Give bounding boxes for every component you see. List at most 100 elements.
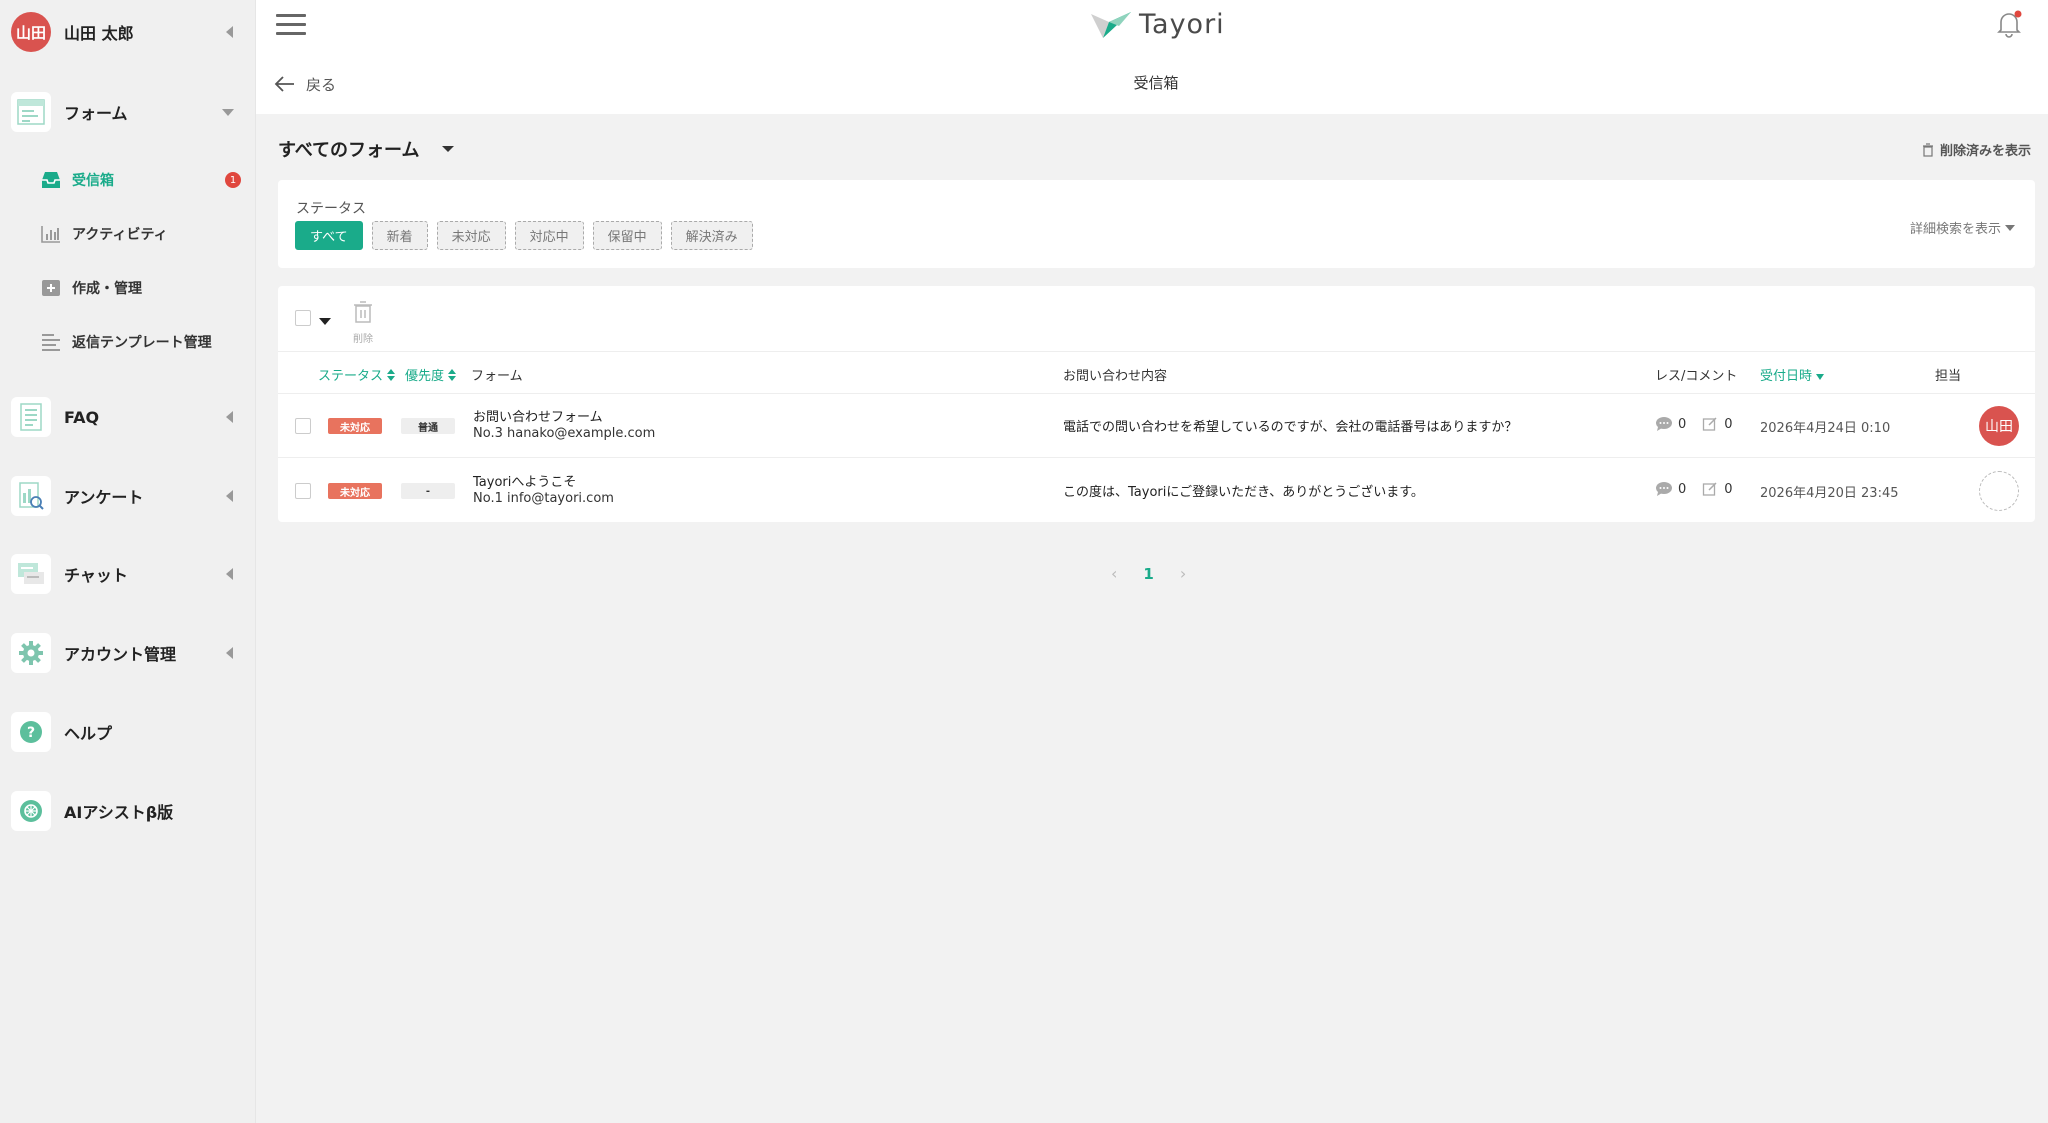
sidebar-item-chat[interactable]: チャット <box>0 544 256 604</box>
trash-icon <box>354 301 372 323</box>
svg-text:?: ? <box>27 725 35 741</box>
status-filter-all[interactable]: すべて <box>295 221 363 250</box>
edit-note-icon <box>1703 482 1717 496</box>
sidebar-item-help[interactable]: ? ヘルプ <box>0 702 256 762</box>
sidebar-item-label: アクティビティ <box>72 227 168 243</box>
sidebar-item-form[interactable]: フォーム <box>0 82 256 142</box>
status-filter-label: ステータス <box>296 201 366 217</box>
select-all-checkbox[interactable] <box>295 310 311 326</box>
prev-page-icon[interactable]: ‹ <box>1111 564 1117 583</box>
response-count: 0 <box>1678 416 1687 432</box>
user-avatar: 山田 <box>11 12 51 52</box>
form-number-email: No.3 hanako@example.com <box>473 426 656 441</box>
sidebar-item-faq[interactable]: FAQ <box>0 387 256 447</box>
chevron-left-icon <box>226 26 233 38</box>
row-checkbox[interactable] <box>295 483 311 499</box>
sidebar-item-create-manage[interactable]: 作成・管理 <box>40 274 245 302</box>
column-header-content: お問い合わせ内容 <box>1063 369 1168 384</box>
pagination: ‹ 1 › <box>1111 564 1186 583</box>
app-logo[interactable]: Tayori <box>1089 6 1225 42</box>
sidebar-item-label: 作成・管理 <box>72 281 142 297</box>
sidebar-item-inbox[interactable]: 受信箱 1 <box>40 166 245 194</box>
table-row[interactable]: 未対応 - Tayoriへようこそ No.1 info@tayori.com こ… <box>278 459 2035 523</box>
user-name: 山田 太郎 <box>64 24 134 43</box>
chat-icon <box>11 554 51 594</box>
chevron-left-icon <box>226 490 233 502</box>
column-header-date[interactable]: 受付日時 <box>1760 365 1825 384</box>
status-filter-on-hold[interactable]: 保留中 <box>592 221 662 250</box>
sidebar-item-label: チャット <box>64 566 128 585</box>
sidebar-item-label: アンケート <box>64 488 144 507</box>
form-selector-label: すべてのフォーム <box>278 140 420 161</box>
hamburger-menu-icon[interactable] <box>276 14 306 38</box>
unread-badge: 1 <box>225 172 241 188</box>
caret-down-icon <box>2005 224 2015 231</box>
sort-icon <box>387 368 396 381</box>
chevron-left-icon <box>226 411 233 423</box>
received-date: 2026年4月20日 23:45 <box>1760 486 1899 501</box>
sort-desc-icon <box>1816 373 1825 380</box>
list-icon <box>42 334 60 351</box>
response-comment-counts: 0 0 <box>1655 481 1733 497</box>
user-menu[interactable]: 山田 山田 太郎 <box>0 0 256 64</box>
add-document-icon <box>42 280 60 296</box>
row-checkbox[interactable] <box>295 418 311 434</box>
status-filter-card: ステータス すべて 新着 未対応 対応中 保留中 解決済み 詳細検索を表示 <box>278 180 2035 268</box>
table-toolbar: 削除 <box>278 286 2035 352</box>
form-name: Tayoriへようこそ <box>473 475 577 490</box>
sidebar-item-label: 受信箱 <box>72 173 114 189</box>
sidebar-item-ai-assist[interactable]: AIアシストβ版 <box>0 781 256 841</box>
status-filter-resolved[interactable]: 解決済み <box>670 221 753 250</box>
response-comment-counts: 0 0 <box>1655 416 1733 432</box>
form-name: お問い合わせフォーム <box>473 410 603 425</box>
priority-badge: 普通 <box>401 418 455 434</box>
status-filter-new[interactable]: 新着 <box>371 221 428 250</box>
column-header-priority[interactable]: 優先度 <box>405 365 457 384</box>
caret-down-icon <box>442 146 455 152</box>
column-header-label: ステータス <box>318 369 384 384</box>
top-bar: Tayori 戻る 受信箱 <box>256 0 2048 114</box>
advanced-search-toggle[interactable]: 詳細検索を表示 <box>1910 218 2015 237</box>
sidebar-item-reply-templates[interactable]: 返信テンプレート管理 <box>40 328 245 356</box>
speech-bubble-icon <box>1656 417 1672 431</box>
column-header-status[interactable]: ステータス <box>318 365 396 384</box>
table-header: ステータス 優先度 フォーム お問い合わせ内容 レス/コメント 受付日時 担当 <box>278 352 2035 394</box>
column-header-label: 受付日時 <box>1760 369 1813 384</box>
inbox-icon <box>42 172 60 188</box>
show-deleted-label: 削除済みを表示 <box>1940 144 2032 159</box>
delete-label: 削除 <box>353 334 373 345</box>
sidebar-item-activity[interactable]: アクティビティ <box>40 220 245 248</box>
tayori-bird-icon <box>1091 12 1131 38</box>
logo-text: Tayori <box>1139 8 1225 40</box>
edit-note-icon <box>1703 417 1717 431</box>
notification-bell-icon[interactable] <box>1996 10 2022 38</box>
status-filter-unhandled[interactable]: 未対応 <box>436 221 506 250</box>
assignee-avatar[interactable]: 山田 <box>1979 406 2019 446</box>
status-filter-buttons: すべて 新着 未対応 対応中 保留中 解決済み <box>295 221 762 250</box>
trash-icon <box>1923 142 1933 157</box>
sidebar-item-label: FAQ <box>64 407 100 427</box>
priority-badge: - <box>401 483 455 499</box>
sidebar-item-survey[interactable]: アンケート <box>0 466 256 526</box>
delete-button[interactable]: 削除 <box>348 300 378 345</box>
comment-count: 0 <box>1724 416 1733 432</box>
sidebar-item-account[interactable]: アカウント管理 <box>0 623 256 683</box>
inquiry-content[interactable]: この度は、Tayoriにご登録いただき、ありがとうございます。 <box>1063 481 1424 500</box>
sidebar-item-label: フォーム <box>64 104 128 123</box>
inquiry-content[interactable]: 電話での問い合わせを希望しているのですが、会社の電話番号はありますか？ <box>1063 416 1517 435</box>
form-icon <box>11 92 51 132</box>
next-page-icon[interactable]: › <box>1180 564 1186 583</box>
table-row[interactable]: 未対応 普通 お問い合わせフォーム No.3 hanako@example.co… <box>278 394 2035 458</box>
ai-assist-icon <box>11 791 51 831</box>
column-header-assignee: 担当 <box>1935 369 1962 384</box>
inquiry-table: 削除 ステータス 優先度 フォーム お問い合わせ内容 レス/コメント 受付日時 … <box>278 286 2035 522</box>
show-deleted-button[interactable]: 削除済みを表示 <box>1922 140 2031 159</box>
sort-icon <box>448 368 457 381</box>
assignee-avatar-empty[interactable] <box>1979 471 2019 511</box>
form-selector[interactable]: すべてのフォーム <box>278 136 455 162</box>
help-icon: ? <box>11 712 51 752</box>
page-number[interactable]: 1 <box>1143 565 1153 583</box>
status-filter-in-progress[interactable]: 対応中 <box>514 221 584 250</box>
status-badge: 未対応 <box>328 418 382 434</box>
bulk-select-dropdown[interactable] <box>319 318 331 325</box>
